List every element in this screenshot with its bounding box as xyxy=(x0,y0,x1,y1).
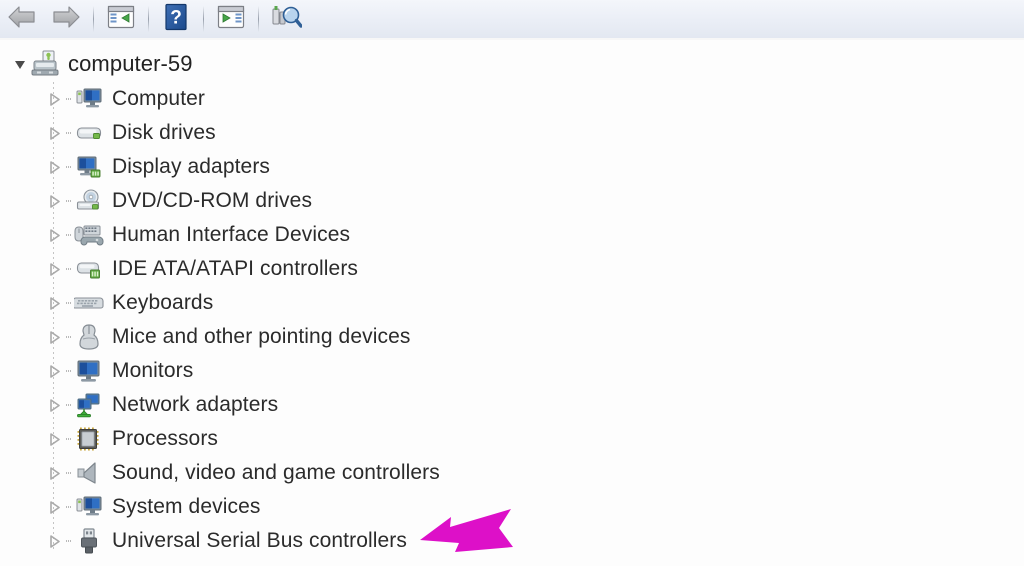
tree-item-mice-and-other-pointing-devices[interactable]: Mice and other pointing devices xyxy=(0,320,1024,354)
toolbar-separator-2 xyxy=(148,6,149,32)
tree-connector-dots xyxy=(64,422,74,456)
svg-text:?: ? xyxy=(170,7,182,28)
expander-triangle-right-icon[interactable] xyxy=(44,524,64,558)
expander-triangle-right-icon[interactable] xyxy=(44,354,64,388)
show-hide-action-pane-button[interactable] xyxy=(209,1,253,37)
tree-connector-dots xyxy=(64,320,74,354)
tree-item-label: Mice and other pointing devices xyxy=(112,325,411,348)
tree-connector-dots xyxy=(64,252,74,286)
expander-triangle-right-icon[interactable] xyxy=(44,286,64,320)
toolbar-separator-1 xyxy=(93,6,94,32)
expander-triangle-right-icon[interactable] xyxy=(44,184,64,218)
processor-icon xyxy=(74,424,104,454)
tree-item-display-adapters[interactable]: Display adapters xyxy=(0,150,1024,184)
computer-network-icon xyxy=(30,49,60,79)
mouse-icon xyxy=(74,322,104,352)
tree-connector-dots xyxy=(64,490,74,524)
tree-item-disk-drives[interactable]: Disk drives xyxy=(0,116,1024,150)
expander-triangle-right-icon[interactable] xyxy=(44,490,64,524)
device-manager-window: ? computer-59 Computer Disk drives Displ… xyxy=(0,0,1024,562)
device-tree: computer-59 Computer Disk drives Display… xyxy=(0,46,1024,558)
expander-triangle-right-icon[interactable] xyxy=(44,150,64,184)
usb-icon xyxy=(74,526,104,556)
forward-button[interactable] xyxy=(44,1,88,37)
display-adapter-icon xyxy=(74,152,104,182)
scan-hardware-changes-button[interactable] xyxy=(264,1,308,37)
expander-triangle-right-icon[interactable] xyxy=(44,320,64,354)
tree-item-dvd-cd-rom-drives[interactable]: DVD/CD-ROM drives xyxy=(0,184,1024,218)
keyboard-icon xyxy=(74,288,104,318)
tree-connector-dots xyxy=(64,286,74,320)
expander-triangle-right-icon[interactable] xyxy=(44,116,64,150)
tree-item-network-adapters[interactable]: Network adapters xyxy=(0,388,1024,422)
expander-triangle-right-icon[interactable] xyxy=(44,456,64,490)
expander-triangle-down-icon[interactable] xyxy=(10,47,30,81)
tree-connector-dots xyxy=(64,218,74,252)
expander-triangle-right-icon[interactable] xyxy=(44,388,64,422)
tree-item-computer[interactable]: Computer xyxy=(0,82,1024,116)
help-button[interactable]: ? xyxy=(154,1,198,37)
tree-item-label: Keyboards xyxy=(112,291,214,314)
tree-item-label: Universal Serial Bus controllers xyxy=(112,529,407,552)
scan-hardware-icon xyxy=(270,3,303,36)
tree-item-monitors[interactable]: Monitors xyxy=(0,354,1024,388)
system-device-icon xyxy=(74,492,104,522)
help-question-icon: ? xyxy=(164,3,188,36)
tree-root-computer-59[interactable]: computer-59 xyxy=(0,46,1024,82)
tree-item-label: Processors xyxy=(112,427,219,450)
tree-item-human-interface-devices[interactable]: Human Interface Devices xyxy=(0,218,1024,252)
toolbar-separator-4 xyxy=(258,6,259,32)
tree-item-label: Disk drives xyxy=(112,121,216,144)
tree-item-label: System devices xyxy=(112,495,261,518)
tree-item-label: DVD/CD-ROM drives xyxy=(112,189,313,212)
speaker-icon xyxy=(74,458,104,488)
tree-item-processors[interactable]: Processors xyxy=(0,422,1024,456)
console-tree-icon xyxy=(106,4,136,35)
tree-connector-dots xyxy=(64,354,74,388)
tree-item-label: Computer xyxy=(112,87,206,110)
arrow-right-icon xyxy=(51,4,81,35)
tree-item-label: IDE ATA/ATAPI controllers xyxy=(112,257,359,280)
tree-connector-dots xyxy=(64,184,74,218)
back-button[interactable] xyxy=(0,1,44,37)
ide-controller-icon xyxy=(74,254,104,284)
expander-triangle-right-icon[interactable] xyxy=(44,82,64,116)
hid-icon xyxy=(74,220,104,250)
action-pane-icon xyxy=(216,4,246,35)
tree-connector-dots xyxy=(64,524,74,558)
network-adapter-icon xyxy=(74,390,104,420)
expander-triangle-right-icon[interactable] xyxy=(44,252,64,286)
tree-root-label: computer-59 xyxy=(68,51,193,76)
tree-item-label: Display adapters xyxy=(112,155,271,178)
tree-item-universal-serial-bus-controllers[interactable]: Universal Serial Bus controllers xyxy=(0,524,1024,558)
tree-item-label: Sound, video and game controllers xyxy=(112,461,440,484)
tree-item-system-devices[interactable]: System devices xyxy=(0,490,1024,524)
tree-item-label: Human Interface Devices xyxy=(112,223,351,246)
tree-item-sound-video-and-game-controllers[interactable]: Sound, video and game controllers xyxy=(0,456,1024,490)
expander-triangle-right-icon[interactable] xyxy=(44,422,64,456)
expander-triangle-right-icon[interactable] xyxy=(44,218,64,252)
tree-connector-dots xyxy=(64,388,74,422)
tree-item-ide-ata-atapi-controllers[interactable]: IDE ATA/ATAPI controllers xyxy=(0,252,1024,286)
computer-icon xyxy=(74,84,104,114)
dvd-drive-icon xyxy=(74,186,104,216)
tree-item-keyboards[interactable]: Keyboards xyxy=(0,286,1024,320)
tree-connector-dots xyxy=(64,82,74,116)
tree-connector-dots xyxy=(64,116,74,150)
show-hide-console-tree-button[interactable] xyxy=(99,1,143,37)
tree-item-label: Network adapters xyxy=(112,393,279,416)
toolbar: ? xyxy=(0,0,1024,40)
toolbar-separator-3 xyxy=(203,6,204,32)
disk-drive-icon xyxy=(74,118,104,148)
tree-connector-dots xyxy=(64,150,74,184)
arrow-left-icon xyxy=(7,4,37,35)
monitor-icon xyxy=(74,356,104,386)
tree-connector-dots xyxy=(64,456,74,490)
tree-item-label: Monitors xyxy=(112,359,194,382)
